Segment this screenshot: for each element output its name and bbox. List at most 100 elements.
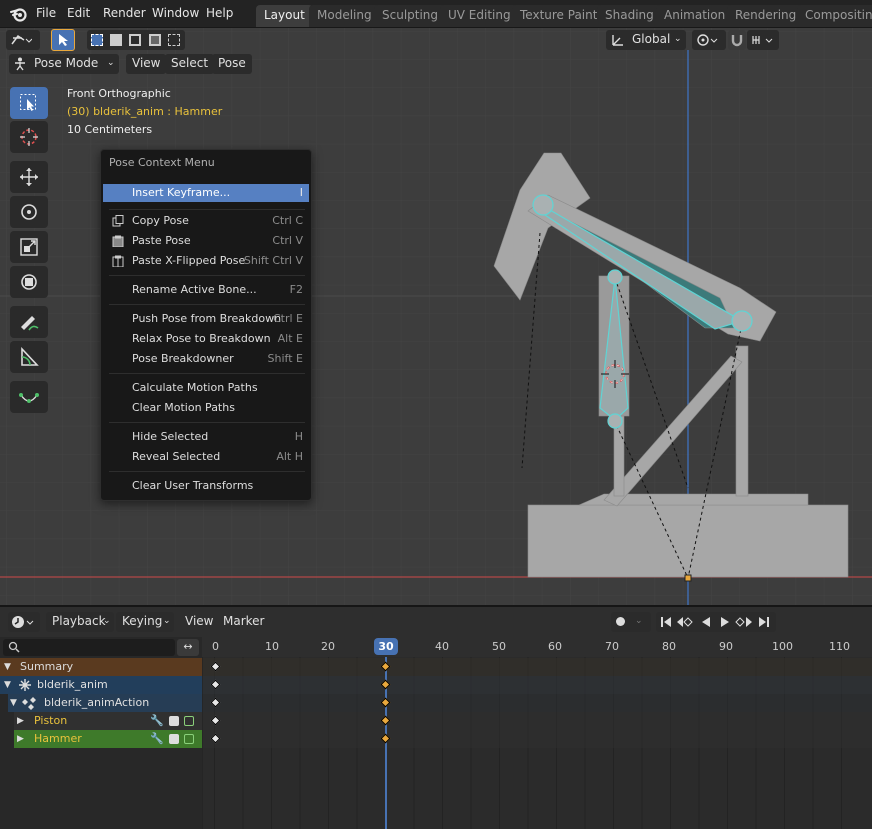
curve-icon bbox=[19, 393, 39, 403]
transform-icon bbox=[21, 274, 37, 290]
menu-item-paste-pose[interactable]: Paste Pose Ctrl V bbox=[103, 232, 309, 250]
extend-selection-icon[interactable] bbox=[110, 34, 122, 46]
measure-icon bbox=[21, 347, 39, 366]
channel-region: ↔ ▼ Summary ▼ blderik_anim ▼ blderik_ani… bbox=[0, 637, 202, 829]
menu-item-calculate-motion-paths[interactable]: Calculate Motion Paths bbox=[103, 379, 309, 397]
tab-animation[interactable]: Animation bbox=[656, 5, 734, 27]
rotate-tool[interactable] bbox=[10, 196, 48, 228]
intersect-selection-icon[interactable] bbox=[168, 34, 180, 46]
search-icon bbox=[8, 641, 20, 653]
checkbox-icon[interactable] bbox=[169, 716, 179, 726]
lock-icon[interactable] bbox=[184, 734, 194, 744]
tab-compositing[interactable]: Compositing bbox=[797, 5, 872, 27]
tab-rendering[interactable]: Rendering bbox=[727, 5, 805, 27]
pivot-point-icon bbox=[697, 34, 718, 46]
tab-texture-paint[interactable]: Texture Paint bbox=[512, 5, 606, 27]
scale-icon bbox=[20, 238, 38, 256]
scale-tool[interactable] bbox=[10, 231, 48, 263]
interaction-mode-dropdown[interactable]: Pose Mode ⌄ bbox=[9, 54, 119, 74]
channel-object[interactable]: ▼ blderik_anim bbox=[0, 676, 202, 694]
chevron-down-icon: ⌄ bbox=[635, 616, 643, 626]
channel-search-input[interactable] bbox=[3, 639, 175, 656]
expand-triangle-icon[interactable]: ▶ bbox=[17, 730, 24, 748]
menu-item-copy-pose[interactable]: Copy Pose Ctrl C bbox=[103, 212, 309, 230]
expand-triangle-icon[interactable]: ▼ bbox=[4, 676, 11, 694]
menu-window[interactable]: Window bbox=[152, 6, 199, 20]
tab-modeling[interactable]: Modeling bbox=[309, 5, 380, 27]
select-tool-header-button[interactable] bbox=[51, 29, 75, 51]
jump-keyframe-forward-icon bbox=[735, 617, 752, 627]
menu-item-hide-selected[interactable]: Hide Selected H bbox=[103, 428, 309, 446]
checkbox-icon[interactable] bbox=[169, 734, 179, 744]
set-new-selection-icon[interactable] bbox=[91, 34, 103, 46]
annotate-tool[interactable] bbox=[10, 306, 48, 338]
menu-edit[interactable]: Edit bbox=[67, 6, 90, 20]
wrench-icon[interactable]: 🔧 bbox=[150, 712, 164, 730]
transform-pivot-button[interactable] bbox=[6, 30, 40, 50]
marker-menu[interactable]: Marker bbox=[217, 612, 270, 632]
wrench-icon[interactable]: 🔧 bbox=[150, 730, 164, 748]
snap-toggle-button[interactable] bbox=[728, 30, 746, 50]
cursor-tool[interactable] bbox=[10, 121, 48, 153]
select-box-tool[interactable] bbox=[10, 87, 48, 119]
menu-item-insert-keyframe[interactable]: Insert Keyframe... I bbox=[103, 184, 309, 202]
subtract-selection-icon[interactable] bbox=[129, 34, 141, 46]
auto-keying-toggle[interactable]: ⌄ bbox=[611, 612, 651, 632]
pose-mode-icon bbox=[15, 57, 25, 71]
playback-dropdown[interactable]: Playback ⌄ bbox=[46, 612, 114, 632]
ruler-label: 80 bbox=[662, 640, 676, 653]
menu-help[interactable]: Help bbox=[206, 6, 233, 20]
pivot-point-dropdown[interactable] bbox=[692, 30, 726, 50]
menu-item-rename-active-bone[interactable]: Rename Active Bone... F2 bbox=[103, 281, 309, 299]
frame-ruler[interactable]: 0 10 20 40 50 60 70 80 90 100 110 bbox=[202, 637, 872, 657]
menu-item-push-pose[interactable]: Push Pose from Breakdown Ctrl E bbox=[103, 310, 309, 328]
blender-logo-icon[interactable] bbox=[10, 6, 27, 22]
mode-label: Pose Mode bbox=[34, 56, 99, 70]
tab-sculpting[interactable]: Sculpting bbox=[374, 5, 447, 27]
channel-action[interactable]: ▼ blderik_animAction bbox=[8, 694, 202, 712]
tab-layout[interactable]: Layout bbox=[256, 5, 313, 27]
channel-bone-piston[interactable]: ▶ Piston 🔧 bbox=[14, 712, 202, 730]
tab-uv-editing[interactable]: UV Editing bbox=[440, 5, 519, 27]
ruler-label: 90 bbox=[719, 640, 733, 653]
copy-icon bbox=[112, 215, 124, 227]
current-frame-indicator[interactable]: 30 bbox=[374, 638, 398, 655]
menu-item-clear-motion-paths[interactable]: Clear Motion Paths bbox=[103, 399, 309, 417]
menu-file[interactable]: File bbox=[36, 6, 56, 20]
keying-dropdown[interactable]: Keying ⌄ bbox=[116, 612, 174, 632]
view-name-label: Front Orthographic bbox=[67, 87, 171, 100]
tab-shading[interactable]: Shading bbox=[597, 5, 662, 27]
pose-menu[interactable]: Pose bbox=[212, 54, 252, 74]
selection-mode-group[interactable] bbox=[87, 30, 185, 50]
select-menu[interactable]: Select bbox=[165, 54, 215, 74]
measure-tool[interactable] bbox=[10, 341, 48, 373]
snap-target-dropdown[interactable] bbox=[747, 30, 779, 50]
timeline-view-menu[interactable]: View bbox=[179, 612, 219, 632]
expand-triangle-icon[interactable]: ▼ bbox=[4, 658, 11, 676]
channel-summary[interactable]: ▼ Summary bbox=[0, 658, 202, 676]
expand-triangle-icon[interactable]: ▶ bbox=[17, 712, 24, 730]
select-box-icon bbox=[20, 94, 36, 111]
transform-orientation-dropdown[interactable]: Global ⌄ bbox=[606, 30, 686, 50]
ruler-label: 0 bbox=[212, 640, 219, 653]
lock-icon[interactable] bbox=[184, 716, 194, 726]
expand-triangle-icon[interactable]: ▼ bbox=[10, 694, 17, 712]
bone-envelope-tool[interactable] bbox=[10, 381, 48, 413]
editor-type-dropdown[interactable] bbox=[8, 612, 40, 632]
channel-bone-hammer[interactable]: ▶ Hammer 🔧 bbox=[14, 730, 202, 748]
pose-context-menu: Pose Context Menu Insert Keyframe... I C… bbox=[100, 149, 312, 501]
move-tool[interactable] bbox=[10, 161, 48, 193]
menu-item-paste-x-flipped-pose[interactable]: Paste X-Flipped Pose Shift Ctrl V bbox=[103, 252, 309, 270]
menu-item-pose-breakdowner[interactable]: Pose Breakdowner Shift E bbox=[103, 350, 309, 368]
menu-item-relax-pose[interactable]: Relax Pose to Breakdown Alt E bbox=[103, 330, 309, 348]
menu-item-reveal-selected[interactable]: Reveal Selected Alt H bbox=[103, 448, 309, 466]
play-reverse-icon bbox=[702, 617, 710, 627]
menu-item-clear-user-transforms[interactable]: Clear User Transforms bbox=[103, 477, 309, 495]
dopesheet-area[interactable]: 0 10 20 40 50 60 70 80 90 100 110 30 bbox=[202, 637, 872, 829]
menu-render[interactable]: Render bbox=[103, 6, 146, 20]
ruler-label: 40 bbox=[435, 640, 449, 653]
view-menu[interactable]: View bbox=[126, 54, 167, 74]
transform-tool[interactable] bbox=[10, 266, 48, 298]
invert-selection-icon[interactable] bbox=[149, 34, 161, 46]
swap-filter-icon[interactable]: ↔ bbox=[177, 639, 199, 656]
